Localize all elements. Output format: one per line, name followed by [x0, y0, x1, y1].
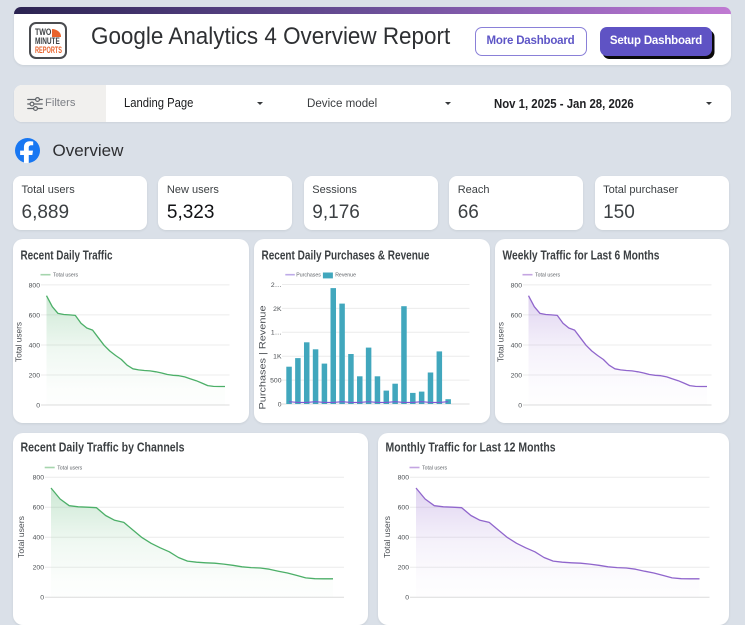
svg-text:Recent Daily Traffic: Recent Daily Traffic — [21, 248, 113, 263]
svg-text:400: 400 — [33, 535, 45, 542]
svg-text:200: 200 — [510, 372, 522, 379]
svg-text:800: 800 — [510, 282, 522, 289]
svg-text:Revenue: Revenue — [335, 273, 356, 279]
svg-text:200: 200 — [33, 565, 45, 572]
svg-text:Monthly Traffic for Last 12 Mo: Monthly Traffic for Last 12 Months — [385, 440, 555, 455]
svg-text:Recent Daily Traffic by Channe: Recent Daily Traffic by Channels — [21, 440, 185, 455]
svg-text:200: 200 — [29, 372, 41, 379]
svg-text:400: 400 — [510, 342, 522, 349]
svg-text:Recent Daily Purchases & Reven: Recent Daily Purchases & Revenue — [261, 248, 429, 263]
svg-text:Weekly Traffic for Last 6 Mont: Weekly Traffic for Last 6 Months — [502, 248, 659, 263]
svg-text:2K: 2K — [273, 306, 282, 313]
svg-text:Total users: Total users — [422, 465, 447, 471]
svg-text:600: 600 — [397, 505, 409, 512]
svg-text:Total users: Total users — [495, 322, 505, 362]
svg-text:0: 0 — [518, 402, 522, 409]
svg-text:600: 600 — [510, 312, 522, 319]
svg-text:Purchases | Revenue: Purchases | Revenue — [257, 306, 268, 410]
svg-text:0: 0 — [36, 402, 40, 409]
svg-text:400: 400 — [29, 342, 41, 349]
svg-text:0: 0 — [405, 595, 409, 602]
svg-text:0: 0 — [40, 595, 44, 602]
svg-text:1…: 1… — [270, 330, 281, 337]
svg-text:800: 800 — [29, 282, 41, 289]
svg-text:Total users: Total users — [382, 516, 392, 558]
svg-text:400: 400 — [397, 535, 409, 542]
svg-text:1K: 1K — [273, 354, 282, 361]
svg-text:800: 800 — [397, 475, 409, 482]
svg-text:Total users: Total users — [53, 273, 78, 279]
svg-text:Total users: Total users — [535, 273, 560, 279]
svg-text:800: 800 — [33, 475, 45, 482]
svg-text:Purchases: Purchases — [296, 273, 321, 279]
svg-text:0: 0 — [277, 401, 281, 408]
svg-text:200: 200 — [397, 565, 409, 572]
svg-text:2…: 2… — [270, 282, 281, 289]
svg-text:Total users: Total users — [57, 465, 82, 471]
svg-text:Total users: Total users — [14, 322, 24, 362]
svg-text:Total users: Total users — [16, 516, 26, 558]
svg-text:600: 600 — [29, 312, 41, 319]
svg-text:600: 600 — [33, 505, 45, 512]
svg-text:500: 500 — [270, 378, 282, 385]
